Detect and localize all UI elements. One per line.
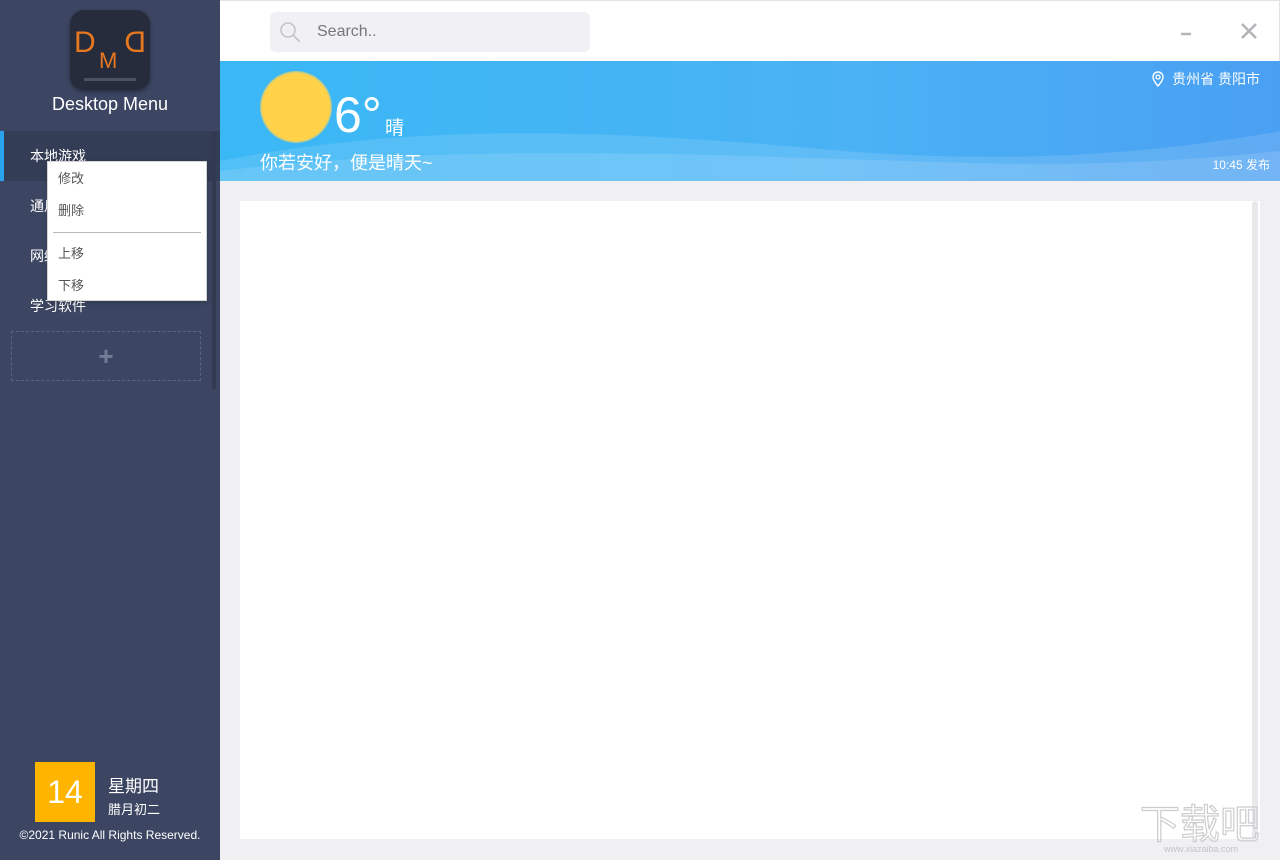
- search-box: [270, 12, 590, 52]
- location-label: 贵州省 贵阳市: [1172, 71, 1260, 87]
- logo-letter-d-left: D: [74, 26, 96, 59]
- weather-banner: 6° 晴 你若安好，便是晴天~ 贵州省 贵阳市 10:45 发布: [220, 61, 1280, 181]
- temperature: 6°: [334, 87, 382, 143]
- add-category-button[interactable]: +: [11, 331, 201, 381]
- menu-item-move-up[interactable]: 上移: [58, 242, 198, 266]
- search-icon: [280, 22, 300, 42]
- top-bar: [220, 0, 1280, 61]
- close-icon[interactable]: [1237, 19, 1261, 43]
- sun-icon: [260, 71, 332, 143]
- category-scrollbar[interactable]: [212, 131, 216, 389]
- content-area: [220, 181, 1280, 860]
- location[interactable]: 贵州省 贵阳市: [1150, 69, 1260, 89]
- copyright-text: ©2021 Runic All Rights Reserved.: [19, 828, 201, 842]
- menu-item-move-down[interactable]: 下移: [58, 274, 198, 298]
- logo-letter-d-right: D: [124, 26, 146, 59]
- search-input[interactable]: [315, 12, 575, 52]
- watermark-url: www.xiazaiba.com: [1163, 844, 1238, 854]
- location-pin-icon: [1152, 71, 1164, 87]
- sidebar: D M D Desktop Menu 本地游戏 通用软件 网络工具 学习软件 +…: [0, 0, 220, 860]
- minimize-icon[interactable]: [1174, 19, 1198, 43]
- watermark-logo: 下载吧 www.xiazaiba.com: [1139, 801, 1260, 854]
- menu-item-delete[interactable]: 删除: [58, 199, 198, 223]
- app-window: D M D Desktop Menu 本地游戏 通用软件 网络工具 学习软件 +…: [0, 0, 1280, 860]
- menu-item-edit[interactable]: 修改: [58, 167, 198, 191]
- context-menu: 修改 删除 上移 下移: [47, 161, 207, 301]
- date-lunar: 腊月初二: [108, 802, 161, 817]
- weather-condition: 晴: [385, 118, 405, 139]
- watermark-text: 下载吧: [1140, 802, 1260, 848]
- logo-letter-m: M: [99, 48, 117, 73]
- menu-separator: [53, 232, 201, 233]
- app-logo: D M D: [70, 10, 150, 90]
- weather-published-time: 10:45 发布: [1212, 158, 1270, 172]
- weather-motto: 你若安好，便是晴天~: [260, 153, 433, 173]
- app-grid-panel: [240, 201, 1260, 839]
- date-day: 14: [35, 762, 95, 822]
- app-title: Desktop Menu: [51, 94, 169, 114]
- content-scrollbar[interactable]: [1252, 201, 1258, 839]
- date-weekday: 星期四: [108, 777, 159, 796]
